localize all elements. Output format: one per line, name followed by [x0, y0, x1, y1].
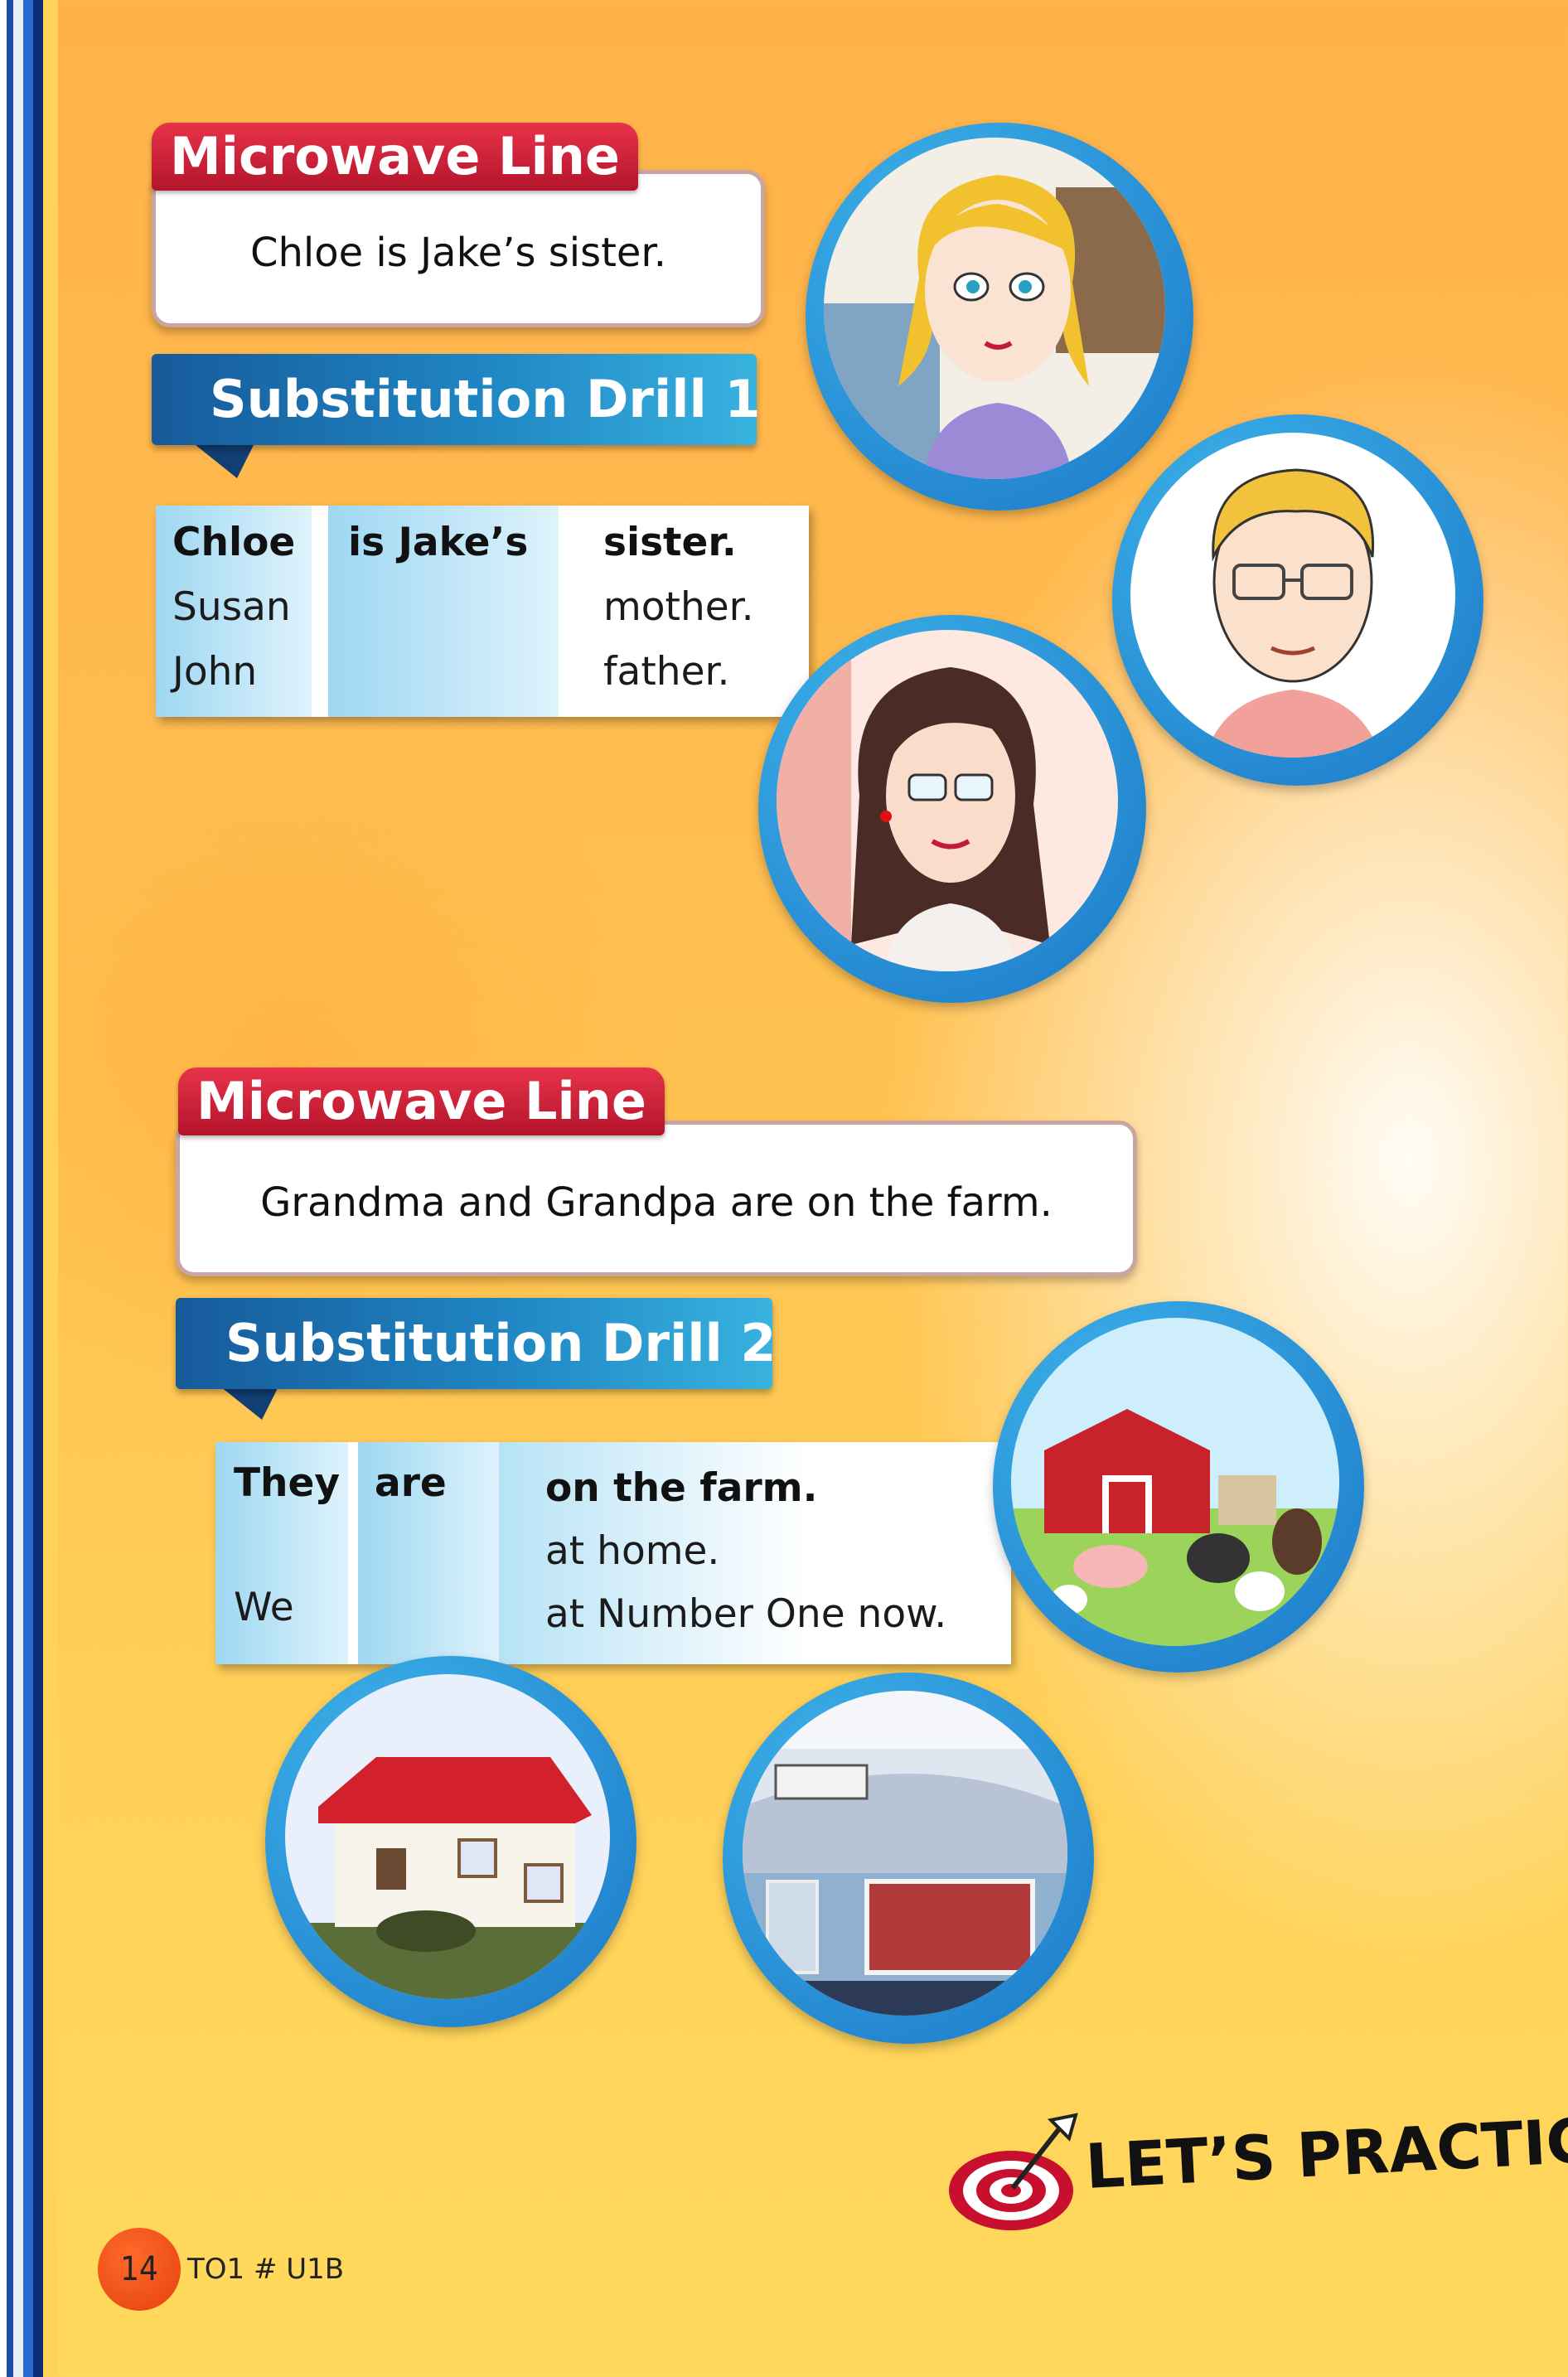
drill1-subject-3: John — [172, 649, 258, 695]
home-circle — [265, 1656, 636, 2027]
unit-code: TO1 # U1B — [187, 2253, 345, 2286]
drill1-object-2: mother. — [603, 584, 754, 630]
farm-circle — [993, 1301, 1364, 1673]
drill-banner-tail-2 — [220, 1387, 278, 1420]
microwave-line-text-2: Grandma and Grandpa are on the farm. — [260, 1179, 1053, 1226]
microwave-line-box-2: Grandma and Grandpa are on the farm. — [176, 1121, 1137, 1276]
father-portrait-circle — [1112, 414, 1483, 786]
mother-portrait-circle — [758, 615, 1146, 1003]
chloe-portrait-circle — [806, 123, 1193, 511]
drill1-object-3: father. — [603, 649, 730, 695]
woman-portrait-icon — [777, 630, 1118, 971]
drill2-object-2: at home. — [545, 1528, 720, 1574]
drill1-subject-2: Susan — [172, 584, 291, 630]
microwave-line-box-1: Chloe is Jake’s sister. — [152, 170, 765, 327]
microwave-line-text-1: Chloe is Jake’s sister. — [249, 230, 667, 276]
page-number: 14 — [120, 2250, 158, 2288]
drill2-verb: are — [375, 1460, 447, 1506]
substitution-drill-banner-2: Substitution Drill 2 — [176, 1298, 776, 1389]
book-spine — [0, 0, 58, 2377]
drill-banner-tail-1 — [196, 445, 254, 478]
lets-practice-label: LET’S PRACTICE — [1083, 2103, 1568, 2203]
number-one-building-icon — [743, 1691, 1067, 2016]
microwave-line-label-2: Microwave Line — [178, 1067, 665, 1135]
drill1-verb: is Jake’s — [348, 520, 529, 565]
substitution-drill-banner-1: Substitution Drill 1 — [152, 354, 761, 445]
microwave-line-label-1: Microwave Line — [152, 123, 638, 191]
substitution-drill-label-2: Substitution Drill 2 — [225, 1313, 777, 1373]
number-one-circle — [723, 1673, 1094, 2044]
drill2-object-1: on the farm. — [545, 1465, 818, 1511]
farm-scene-icon — [1011, 1318, 1339, 1646]
house-photo-icon — [285, 1674, 610, 1999]
drill2-subject-1: They — [234, 1460, 341, 1506]
man-portrait-icon — [1130, 433, 1455, 758]
drill1-object-1: sister. — [603, 520, 737, 565]
drill2-subject-2: We — [234, 1585, 294, 1630]
drill2-object-3: at Number One now. — [545, 1591, 947, 1637]
target-arrow-icon — [949, 2113, 1078, 2230]
page-number-badge: 14 — [98, 2228, 181, 2311]
substitution-drill-label-1: Substitution Drill 1 — [210, 369, 761, 429]
girl-portrait-icon — [824, 138, 1165, 479]
drill1-subject-1: Chloe — [172, 520, 296, 565]
